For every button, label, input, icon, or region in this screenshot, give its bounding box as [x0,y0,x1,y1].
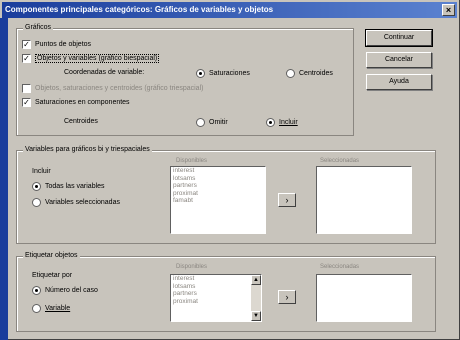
list-item[interactable]: proximat [171,298,261,306]
centroides-label: Centroides [64,118,98,125]
scroll-up-button[interactable]: ▲ [251,275,261,285]
radio-indicator [32,198,41,207]
triespacial-label: Objetos, saturaciones y centroides (gráf… [35,85,204,92]
incluir-label: Incluir [32,168,51,175]
cancelar-button[interactable]: Cancelar [366,52,432,68]
variable-label: Variable [45,305,71,312]
saturaciones-componentes-label: Saturaciones en componentes [35,99,130,106]
vertical-scrollbar[interactable]: ▲ ▼ [251,275,261,321]
centroides-incluir-radio[interactable]: Incluir [266,118,298,127]
checkbox-check-icon: ✓ [22,39,31,49]
list-item[interactable]: partners [171,182,265,190]
etiquetar-group-title: Etiquetar objetos [23,252,80,259]
variables-group-title: Variables para gráficos bi y triespacial… [23,146,152,153]
move-label-variable-button[interactable]: › [278,290,296,304]
radio-indicator [32,304,41,313]
variables-source-label: Disponibles [176,158,208,164]
radio-indicator [32,182,41,191]
list-item[interactable]: interest [171,167,265,175]
arrow-right-icon: › [285,195,289,205]
left-accent-stripe [0,18,8,340]
variables-target-list[interactable] [316,166,412,234]
puntos-objetos-label: Puntos de objetos [35,41,92,48]
graficos-group-title: Gráficos [23,24,54,31]
centroides-omitir-label: Omitir [209,119,228,126]
variables-target-label: Seleccionadas [320,158,360,164]
scroll-down-button[interactable]: ▼ [251,311,261,321]
close-button[interactable]: × [442,4,455,16]
centroides-omitir-radio[interactable]: Omitir [196,118,228,127]
todas-variables-label: Todas las variables [45,183,105,190]
title-bar[interactable]: Componentes principales categóricos: Grá… [2,2,457,18]
list-item[interactable]: lotsams [171,175,265,183]
coordenadas-label: Coordenadas de variable: [64,69,145,76]
close-icon: × [445,5,452,15]
checkbox-box [22,84,31,93]
variables-seleccionadas-label: Variables seleccionadas [45,199,120,206]
radio-indicator [286,69,295,78]
scroll-up-icon: ▲ [253,277,259,283]
etiquetar-source-label: Disponibles [176,264,208,270]
ayuda-button[interactable]: Ayuda [366,74,432,90]
etiquetar-target-label: Seleccionadas [320,264,360,270]
list-item[interactable]: lotsams [171,283,261,291]
checkbox-check-icon: ✓ [22,97,31,107]
radio-indicator [32,286,41,295]
move-variable-button[interactable]: › [278,193,296,207]
checkbox-check-icon: ✓ [22,53,31,63]
scroll-down-icon: ▼ [253,313,259,319]
window-title: Componentes principales categóricos: Grá… [5,5,274,14]
etiquetar-por-label: Etiquetar por [32,272,73,279]
etiquetar-source-list[interactable]: interest lotsams partners proximat ▲ ▼ [170,274,262,322]
variable-radio[interactable]: Variable [32,304,70,313]
variables-seleccionadas-radio[interactable]: Variables seleccionadas [32,198,120,207]
arrow-right-icon: › [285,292,289,302]
dialog-window: Componentes principales categóricos: Grá… [0,0,460,340]
centroides-incluir-label: Incluir [279,119,298,126]
radio-indicator [196,118,205,127]
coord-saturaciones-label: Saturaciones [209,70,250,77]
objetos-variables-checkbox[interactable]: ✓ Objetos y variables (gráfico biespacia… [22,53,160,63]
triespacial-checkbox[interactable]: Objetos, saturaciones y centroides (gráf… [22,84,203,93]
radio-indicator [196,69,205,78]
coord-saturaciones-radio[interactable]: Saturaciones [196,69,250,78]
numero-caso-radio[interactable]: Número del caso [32,286,98,295]
radio-indicator [266,118,275,127]
numero-caso-label: Número del caso [45,287,98,294]
list-item[interactable]: proximat [171,190,265,198]
saturaciones-componentes-checkbox[interactable]: ✓ Saturaciones en componentes [22,98,130,107]
continuar-button[interactable]: Continuar [365,29,433,47]
objetos-variables-label: Objetos y variables (gráfico biespacial) [35,54,160,63]
list-item[interactable]: interest [171,275,261,283]
list-item[interactable]: famabt [171,197,265,205]
coord-centroides-radio[interactable]: Centroides [286,69,333,78]
puntos-objetos-checkbox[interactable]: ✓ Puntos de objetos [22,40,91,49]
variables-source-list[interactable]: interest lotsams partners proximat famab… [170,166,266,234]
list-item[interactable]: partners [171,290,261,298]
todas-variables-radio[interactable]: Todas las variables [32,182,105,191]
etiquetar-target-list[interactable] [316,274,412,322]
coord-centroides-label: Centroides [299,70,333,77]
